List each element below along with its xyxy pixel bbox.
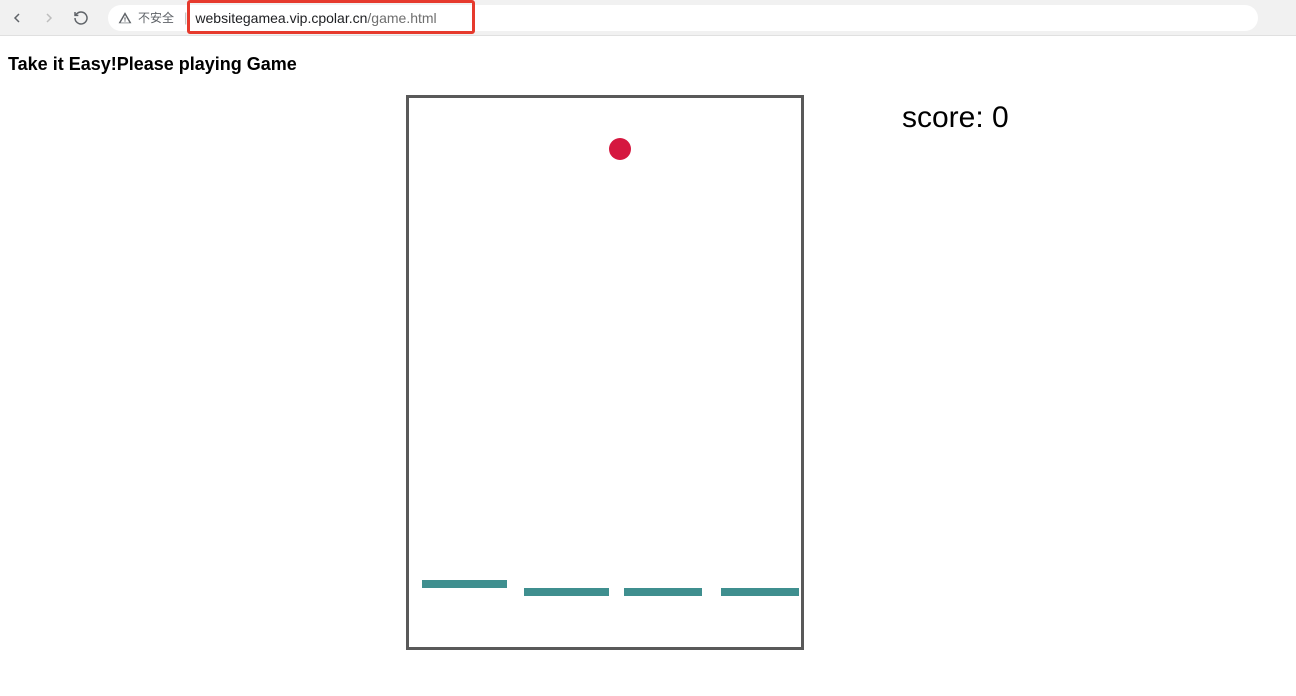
url-display: websitegamea.vip.cpolar.cn/game.html bbox=[195, 10, 436, 26]
security-label: 不安全 bbox=[138, 9, 174, 26]
score-value: 0 bbox=[992, 101, 1009, 134]
nav-buttons bbox=[8, 9, 90, 27]
platform bbox=[721, 588, 799, 596]
platform bbox=[422, 580, 507, 588]
warning-icon bbox=[118, 11, 132, 25]
url-host: websitegamea.vip.cpolar.cn bbox=[195, 10, 367, 26]
url-path: /game.html bbox=[367, 10, 436, 26]
platform bbox=[624, 588, 702, 596]
game-canvas[interactable] bbox=[406, 95, 804, 650]
forward-button[interactable] bbox=[40, 9, 58, 27]
reload-button[interactable] bbox=[72, 9, 90, 27]
browser-toolbar: 不安全 | websitegamea.vip.cpolar.cn/game.ht… bbox=[0, 0, 1296, 36]
page-title: Take it Easy!Please playing Game bbox=[8, 54, 1288, 75]
game-area: score: 0 bbox=[8, 95, 1288, 650]
address-bar[interactable]: 不安全 | websitegamea.vip.cpolar.cn/game.ht… bbox=[108, 5, 1258, 31]
separator: | bbox=[184, 10, 187, 25]
page-content: Take it Easy!Please playing Game score: … bbox=[0, 36, 1296, 650]
game-ball bbox=[609, 138, 631, 160]
platform bbox=[524, 588, 609, 596]
score-display: score: 0 bbox=[902, 101, 1009, 135]
back-button[interactable] bbox=[8, 9, 26, 27]
score-label: score: bbox=[902, 101, 992, 134]
